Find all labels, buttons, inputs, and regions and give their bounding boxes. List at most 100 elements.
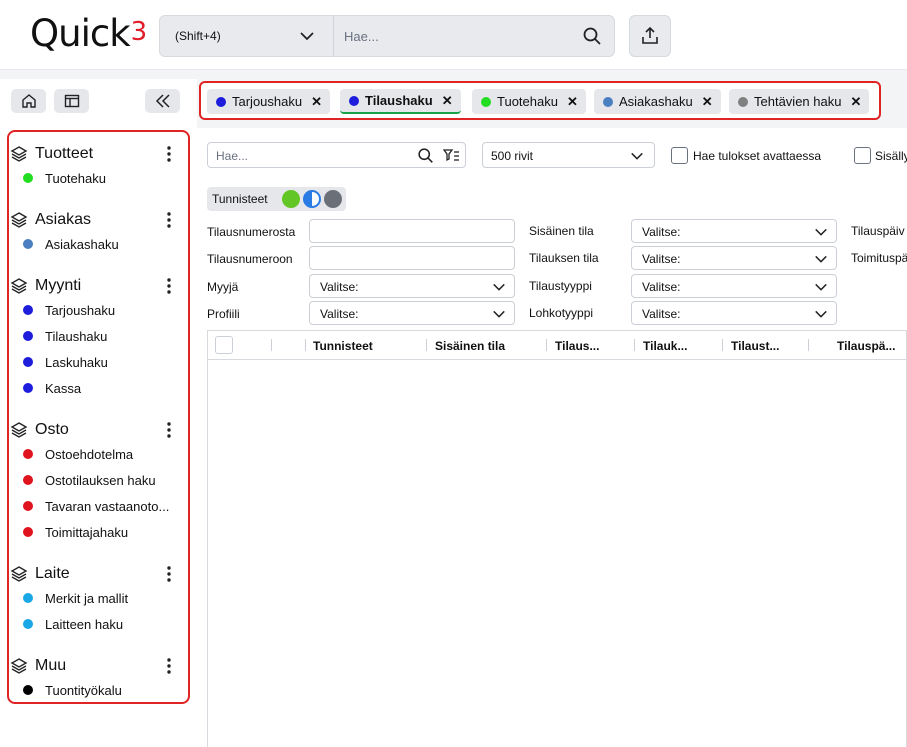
filter-select[interactable]: Valitse: (631, 246, 837, 270)
close-tab-icon[interactable]: ✕ (567, 94, 578, 110)
grid-column-header[interactable]: Tunnisteet (313, 339, 373, 353)
sidebar-item[interactable]: Ostoehdotelma (23, 445, 133, 463)
grid-header: Tunnisteet Sisäinen tila Tilaus... Tilauk..… (208, 331, 907, 360)
chevron-down-icon (815, 283, 827, 291)
status-dot-icon (23, 685, 33, 695)
filter-select[interactable]: Valitse: (631, 219, 837, 243)
sidebar-item[interactable]: Tilaushaku (23, 327, 107, 345)
layers-icon (10, 278, 28, 294)
filter-select-value: Valitse: (320, 280, 359, 294)
sidebar-item-label: Tilaushaku (45, 328, 108, 344)
filter-icon[interactable] (443, 148, 460, 163)
sidebar-item[interactable]: Tarjoushaku (23, 301, 115, 319)
sidebar-item[interactable]: Tuotehaku (23, 169, 106, 187)
close-tab-icon[interactable]: ✕ (442, 93, 453, 109)
grid-column-header[interactable]: Tilauspä... (837, 339, 895, 353)
grid-column-header[interactable]: Sisäinen tila (435, 339, 505, 353)
left-panel: Tuotteet Tuotehaku Asiakas Asiakashaku Myynt… (0, 79, 197, 747)
chevron-down-icon (815, 255, 827, 263)
sidebar-item[interactable]: Merkit ja mallit (23, 589, 128, 607)
sidebar-group-tuotteet[interactable]: Tuotteet (10, 144, 93, 164)
sidebar-group-laite[interactable]: Laite (10, 564, 70, 584)
tab-tuotehaku[interactable]: Tuotehaku ✕ (472, 89, 586, 114)
filter-select-value: Valitse: (642, 225, 681, 239)
close-tab-icon[interactable]: ✕ (702, 94, 713, 110)
collapse-sidebar-button[interactable] (145, 89, 180, 113)
home-icon (21, 94, 36, 108)
kebab-menu-icon[interactable] (166, 658, 172, 674)
chevron-down-icon (493, 283, 505, 291)
filter-input[interactable] (309, 246, 515, 270)
search-scope-select[interactable]: (Shift+4) (160, 16, 334, 56)
sidebar-item[interactable]: Toimittajahaku (23, 523, 128, 541)
tags-filter[interactable]: Tunnisteet (207, 187, 346, 211)
sidebar-item[interactable]: Kassa (23, 379, 81, 397)
sidebar-item[interactable]: Laitteen haku (23, 615, 123, 633)
chevron-down-icon (815, 228, 827, 236)
sidebar-item[interactable]: Tavaran vastaanoto... (23, 497, 169, 515)
sidebar-item[interactable]: Tuontityökalu (23, 681, 122, 699)
global-search-input[interactable]: Hae... (344, 29, 379, 44)
quick3-logo: Quick3 (30, 12, 147, 55)
sidebar-group-myynti[interactable]: Myynti (10, 276, 81, 296)
sidebar-group-label: Laite (35, 565, 70, 582)
filter-input[interactable] (309, 219, 515, 243)
open-tabs-strip: Tarjoushaku ✕ Tilaushaku ✕ Tuotehaku ✕ Asiakas… (199, 81, 881, 120)
sidebar-item-label: Tavaran vastaanoto... (45, 498, 170, 514)
open-results-checkbox[interactable] (671, 147, 688, 164)
kebab-menu-icon[interactable] (166, 146, 172, 162)
chevron-down-icon (631, 152, 643, 160)
rows-select[interactable]: 500 rivit (482, 142, 655, 168)
tab-tilaushaku[interactable]: Tilaushaku ✕ (340, 89, 461, 114)
results-grid: Tunnisteet Sisäinen tila Tilaus... Tilauk..… (207, 330, 907, 747)
layers-icon (10, 566, 28, 582)
search-icon[interactable] (582, 26, 602, 46)
tags-label: Tunnisteet (212, 192, 268, 206)
sidebar-group-osto[interactable]: Osto (10, 420, 69, 440)
home-button[interactable] (11, 89, 46, 113)
sidebar-group-asiakas[interactable]: Asiakas (10, 210, 91, 230)
sidebar-item-label: Asiakashaku (45, 236, 119, 252)
kebab-menu-icon[interactable] (166, 422, 172, 438)
filter-select[interactable]: Valitse: (631, 301, 837, 325)
upload-button[interactable] (629, 15, 671, 57)
filter-select-value: Valitse: (642, 280, 681, 294)
sidebar-item[interactable]: Asiakashaku (23, 235, 119, 253)
filter-select[interactable]: Valitse: (309, 274, 515, 298)
grid-search-input[interactable]: Hae... (207, 142, 466, 168)
global-search: (Shift+4) Hae... (159, 15, 615, 57)
search-scope-label: (Shift+4) (175, 29, 221, 43)
tab-tehtävien-haku[interactable]: Tehtävien haku ✕ (729, 89, 870, 114)
grid-column-header[interactable]: Tilaust... (731, 339, 779, 353)
sidebar-item-label: Tarjoushaku (45, 302, 116, 318)
grid-column-header[interactable]: Tilauk... (643, 339, 687, 353)
filter-select[interactable]: Valitse: (309, 301, 515, 325)
sidebar-group-muu[interactable]: Muu (10, 656, 66, 676)
close-tab-icon[interactable]: ✕ (850, 94, 861, 110)
upload-icon (642, 26, 658, 44)
layout-button[interactable] (54, 89, 89, 113)
close-tab-icon[interactable]: ✕ (311, 94, 322, 110)
grid-column-header[interactable]: Tilaus... (555, 339, 599, 353)
kebab-menu-icon[interactable] (166, 566, 172, 582)
select-all-checkbox[interactable] (215, 336, 233, 354)
column-separator (271, 339, 272, 351)
filter-select-value: Valitse: (642, 252, 681, 266)
tab-label: Tuotehaku (497, 94, 558, 109)
tab-asiakashaku[interactable]: Asiakashaku ✕ (594, 89, 721, 114)
sidebar-item-label: Ostoehdotelma (45, 446, 134, 462)
left-panel-toolbar (0, 79, 189, 121)
open-results-label: Hae tulokset avattaessa (693, 149, 822, 163)
kebab-menu-icon[interactable] (166, 278, 172, 294)
chevron-down-icon (815, 310, 827, 318)
include-checkbox[interactable] (854, 147, 871, 164)
filter-select[interactable]: Valitse: (631, 274, 837, 298)
grid-search-placeholder: Hae... (216, 149, 249, 163)
sidebar-item[interactable]: Laskuhaku (23, 353, 108, 371)
column-separator (808, 339, 809, 351)
kebab-menu-icon[interactable] (166, 212, 172, 228)
sidebar-item[interactable]: Ostotilauksen haku (23, 471, 156, 489)
tab-tarjoushaku[interactable]: Tarjoushaku ✕ (207, 89, 331, 114)
filter-label: Tilauksen tila (529, 251, 599, 265)
search-icon[interactable] (417, 147, 434, 164)
